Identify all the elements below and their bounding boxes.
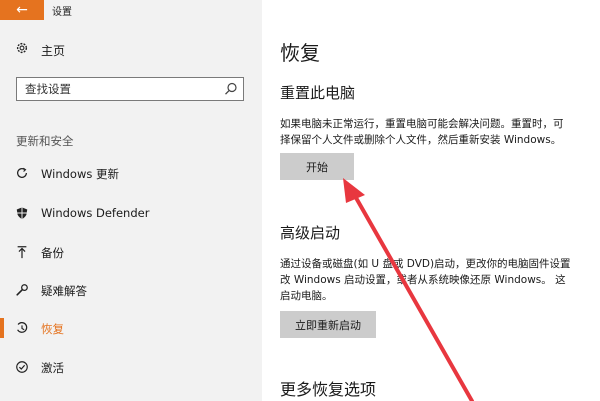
sidebar-item-label: Windows 更新 — [41, 167, 119, 181]
search-box[interactable] — [16, 77, 244, 101]
sidebar-item-windows-defender[interactable]: Windows Defender — [0, 203, 262, 223]
sidebar-item-label: 激活 — [41, 361, 64, 375]
advanced-description-line-1: 通过设备或磁盘(如 U 盘或 DVD)启动，更改你的电脑固件设置 — [280, 258, 571, 270]
search-icon[interactable] — [223, 81, 239, 97]
sidebar-item-home[interactable]: 主页 — [14, 41, 65, 59]
section-label: 更新和安全 — [16, 134, 74, 148]
sidebar-item-label: 备份 — [41, 246, 64, 260]
sidebar-item-backup[interactable]: 备份 — [0, 242, 262, 262]
advanced-description-line-3: 启动电脑。 — [280, 290, 333, 302]
sidebar-item-label: Windows Defender — [41, 206, 150, 220]
sidebar-item-label: 恢复 — [41, 322, 64, 336]
back-arrow-icon: ← — [16, 2, 28, 18]
reset-description-line-2: 择保留个人文件或删除个人文件，然后重新安装 Windows。 — [280, 134, 562, 146]
advanced-description-line-2: 改 Windows 启动设置，或者从系统映像还原 Windows。 这 — [280, 274, 566, 286]
more-recovery-options-title: 更多恢复选项 — [280, 380, 377, 399]
sidebar-item-windows-update[interactable]: Windows 更新 — [0, 163, 262, 183]
gear-icon — [14, 41, 30, 59]
upload-arrow-icon — [14, 244, 30, 260]
check-circle-icon — [14, 359, 30, 375]
search-input[interactable] — [25, 80, 221, 98]
title-bar: ← 设置 — [0, 0, 262, 20]
advanced-startup-title: 高级启动 — [280, 224, 341, 242]
reset-description-line-1: 如果电脑未正常运行，重置电脑可能会解决问题。重置时，可 — [280, 118, 564, 130]
refresh-icon — [14, 165, 30, 181]
wrench-icon — [14, 282, 30, 298]
sidebar-item-activation[interactable]: 激活 — [0, 357, 262, 377]
window-title: 设置 — [52, 7, 72, 18]
reset-section-title: 重置此电脑 — [280, 84, 356, 102]
sidebar-item-label: 疑难解答 — [41, 284, 87, 298]
history-icon — [14, 320, 30, 336]
sidebar-item-label: 主页 — [41, 43, 66, 58]
reset-start-button[interactable]: 开始 — [280, 153, 354, 180]
shield-icon — [14, 205, 30, 221]
sidebar-item-recovery[interactable]: 恢复 — [0, 318, 262, 338]
back-button[interactable]: ← — [0, 0, 44, 20]
main-content: 恢复 重置此电脑 如果电脑未正常运行，重置电脑可能会解决问题。重置时，可 择保留… — [262, 0, 600, 401]
page-title: 恢复 — [280, 41, 320, 65]
active-indicator — [0, 318, 4, 338]
restart-now-button[interactable]: 立即重新启动 — [280, 311, 376, 338]
sidebar-item-troubleshoot[interactable]: 疑难解答 — [0, 280, 262, 300]
sidebar: ← 设置 主页 更新和安全 Windows 更新 Windows Defende… — [0, 0, 262, 401]
